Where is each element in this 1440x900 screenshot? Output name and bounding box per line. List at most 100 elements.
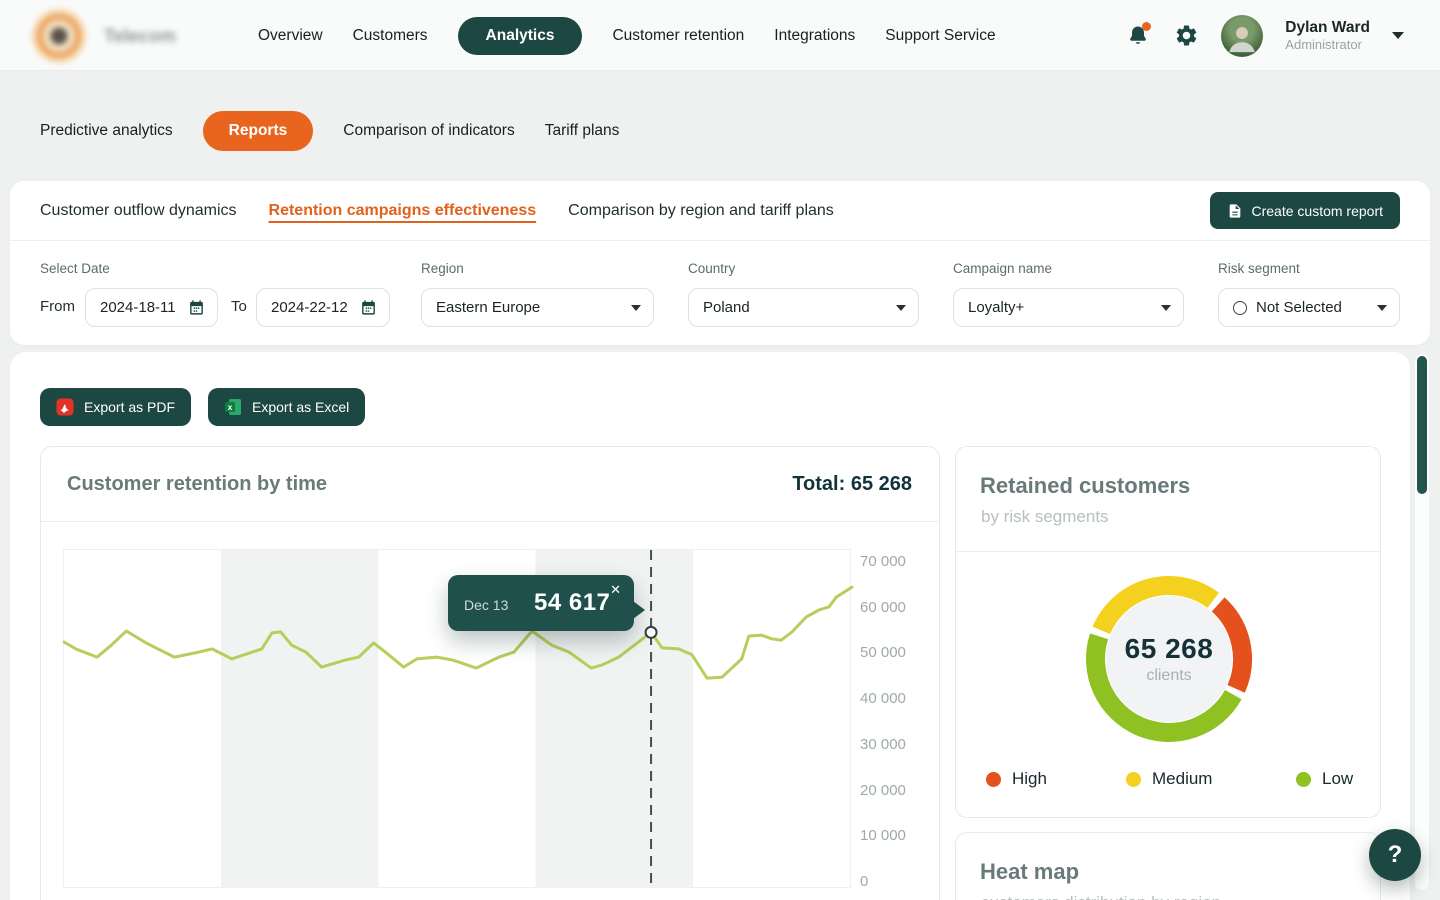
y-axis-tick-label: 60 000: [860, 599, 940, 616]
brand-name: Telecom: [104, 26, 176, 47]
date-to-input[interactable]: 2024-22-12: [256, 288, 390, 327]
report-tabs: Customer outflow dynamics Retention camp…: [40, 181, 834, 240]
nav-overview[interactable]: Overview: [258, 27, 323, 45]
document-icon: [1227, 203, 1243, 219]
notifications-button[interactable]: [1125, 23, 1151, 49]
export-excel-label: Export as Excel: [252, 399, 349, 415]
export-pdf-button[interactable]: Export as PDF: [40, 388, 191, 426]
report-controls-card: Customer outflow dynamics Retention camp…: [10, 181, 1430, 345]
nav-customer-retention[interactable]: Customer retention: [612, 27, 744, 45]
svg-text:x: x: [228, 402, 233, 412]
donut-center: 65 268 clients: [1059, 549, 1279, 769]
chevron-down-icon: [896, 305, 906, 311]
analytics-subnav: Predictive analytics Reports Comparison …: [40, 110, 619, 152]
legend-label-low: Low: [1322, 769, 1353, 789]
campaign-select[interactable]: Loyalty+: [953, 288, 1184, 327]
legend-dot-low: [1296, 772, 1311, 787]
legend-item-high: High: [986, 769, 1047, 789]
filter-label-select-date: Select Date: [40, 261, 110, 276]
country-value: Poland: [703, 299, 750, 316]
heatmap-subtitle: customers distribution by region: [981, 893, 1221, 900]
to-label: To: [231, 298, 247, 315]
user-info: Dylan Ward Administrator: [1285, 18, 1370, 54]
top-header: Telecom Overview Customers Analytics Cus…: [0, 0, 1440, 71]
header-actions: Dylan Ward Administrator: [1125, 0, 1404, 71]
line-chart-plot[interactable]: Dec 13 54 617 ✕ 70 00060 00050 00040 000…: [63, 549, 851, 888]
tab-comparison-by-region[interactable]: Comparison by region and tariff plans: [568, 202, 834, 220]
subnav-tariff-plans[interactable]: Tariff plans: [545, 122, 620, 140]
brand-logo[interactable]: [32, 9, 86, 63]
create-custom-report-button[interactable]: Create custom report: [1210, 192, 1401, 229]
subnav-predictive-analytics[interactable]: Predictive analytics: [40, 122, 173, 140]
country-select[interactable]: Poland: [688, 288, 919, 327]
chart-total: Total: 65 268: [792, 473, 912, 496]
legend-dot-high: [986, 772, 1001, 787]
tab-retention-campaigns-effectiveness[interactable]: Retention campaigns effectiveness: [269, 202, 537, 220]
subnav-reports[interactable]: Reports: [203, 111, 314, 151]
y-axis-tick-label: 70 000: [860, 553, 940, 570]
chevron-down-icon: [1377, 305, 1387, 311]
date-from-input[interactable]: 2024-18-11: [85, 288, 218, 327]
donut-title: Retained customers: [980, 473, 1190, 499]
nav-customers[interactable]: Customers: [353, 27, 428, 45]
risk-segment-select[interactable]: Not Selected: [1218, 288, 1400, 327]
region-value: Eastern Europe: [436, 299, 540, 316]
y-axis-tick-label: 10 000: [860, 827, 940, 844]
person-icon: [1225, 21, 1259, 55]
legend-label-high: High: [1012, 769, 1047, 789]
highlight-marker[interactable]: [646, 627, 657, 638]
divider: [10, 240, 1430, 241]
from-label: From: [40, 298, 75, 315]
radio-circle-icon: [1233, 301, 1247, 315]
main-nav: Overview Customers Analytics Customer re…: [258, 0, 996, 71]
help-button[interactable]: ?: [1369, 829, 1421, 881]
region-select[interactable]: Eastern Europe: [421, 288, 654, 327]
campaign-value: Loyalty+: [968, 299, 1024, 316]
legend-item-low: Low: [1296, 769, 1353, 789]
user-avatar[interactable]: [1221, 15, 1263, 57]
excel-icon: x: [224, 398, 242, 416]
y-axis-tick-label: 40 000: [860, 690, 940, 707]
filter-label-risk: Risk segment: [1218, 261, 1300, 276]
nav-analytics[interactable]: Analytics: [458, 17, 583, 55]
nav-support-service[interactable]: Support Service: [885, 27, 995, 45]
chevron-down-icon: [631, 305, 641, 311]
date-from-value: 2024-18-11: [100, 299, 176, 316]
legend-dot-medium: [1126, 772, 1141, 787]
total-label: Total:: [792, 473, 845, 495]
export-excel-button[interactable]: x Export as Excel: [208, 388, 365, 426]
filter-label-campaign: Campaign name: [953, 261, 1052, 276]
filter-label-region: Region: [421, 261, 464, 276]
tab-customer-outflow-dynamics[interactable]: Customer outflow dynamics: [40, 202, 237, 220]
legend-label-medium: Medium: [1152, 769, 1212, 789]
page-scrollbar-track[interactable]: [1414, 353, 1430, 891]
y-axis-tick-label: 50 000: [860, 644, 940, 661]
heatmap-title: Heat map: [980, 859, 1079, 885]
page-scrollbar-thumb[interactable]: [1417, 356, 1427, 494]
gear-icon: [1174, 23, 1199, 48]
calendar-icon: [188, 299, 205, 316]
create-custom-report-label: Create custom report: [1252, 203, 1384, 219]
tooltip-close-icon[interactable]: ✕: [607, 580, 624, 599]
notification-badge: [1142, 22, 1151, 31]
export-pdf-label: Export as PDF: [84, 399, 175, 415]
legend-item-medium: Medium: [1126, 769, 1212, 789]
donut-subtitle: by risk segments: [981, 507, 1109, 527]
user-role: Administrator: [1285, 37, 1370, 53]
risk-donut-chart[interactable]: 65 268 clients: [1059, 549, 1279, 769]
divider: [41, 521, 939, 522]
user-menu-chevron-icon[interactable]: [1392, 32, 1404, 39]
analytics-dashboard: Telecom Overview Customers Analytics Cus…: [0, 0, 1440, 900]
chart-title: Customer retention by time: [67, 473, 327, 496]
settings-button[interactable]: [1173, 23, 1199, 49]
pdf-icon: [56, 398, 74, 416]
report-content-card: Export as PDF x Export as Excel Customer…: [10, 352, 1410, 900]
retained-customers-card: Retained customers by risk segments 65 2…: [955, 446, 1381, 818]
y-axis-tick-label: 30 000: [860, 736, 940, 753]
donut-center-label: clients: [1146, 667, 1191, 685]
chart-tooltip: Dec 13 54 617 ✕: [448, 575, 634, 631]
y-axis-tick-label: 0: [860, 873, 940, 890]
nav-integrations[interactable]: Integrations: [774, 27, 855, 45]
user-name: Dylan Ward: [1285, 18, 1370, 37]
subnav-comparison-of-indicators[interactable]: Comparison of indicators: [343, 122, 514, 140]
